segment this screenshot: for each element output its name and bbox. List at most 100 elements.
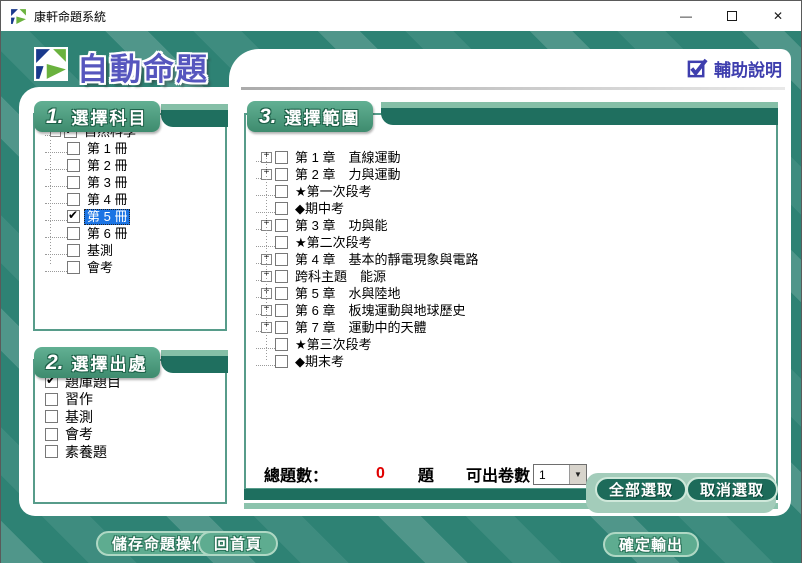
tree-item[interactable]: 第 5 冊	[45, 208, 221, 225]
tree-item[interactable]: ◆期末考	[256, 353, 772, 370]
tree-item-label[interactable]: 第 4 章 基本的靜電現象與電路	[292, 252, 481, 268]
section3-number: 3.	[259, 105, 277, 129]
tree-item[interactable]: 第 6 章 板塊運動與地球歷史	[256, 302, 772, 319]
source-option[interactable]: 素養題	[45, 443, 225, 461]
tree-checkbox[interactable]	[275, 304, 288, 317]
tree-item-label[interactable]: 跨科主題 能源	[292, 269, 389, 285]
tree-checkbox[interactable]	[275, 287, 288, 300]
tree-checkbox[interactable]	[67, 193, 80, 206]
tree-item[interactable]: 第 5 章 水與陸地	[256, 285, 772, 302]
tail-dark-bar	[161, 110, 228, 127]
tree-item[interactable]: ★第二次段考	[256, 234, 772, 251]
tree-item-label[interactable]: ◆期末考	[292, 354, 347, 370]
tree-item-label[interactable]: ★第三次段考	[292, 337, 375, 353]
help-button[interactable]: 輔助說明	[687, 56, 782, 81]
tree-item-label[interactable]: 第 7 章 運動中的天體	[292, 320, 429, 336]
tree-item[interactable]: 第 4 冊	[45, 191, 221, 208]
tree-checkbox[interactable]	[275, 151, 288, 164]
tree-checkbox[interactable]	[67, 142, 80, 155]
tree-item-label[interactable]: 第 4 冊	[84, 192, 130, 208]
tree-checkbox[interactable]	[67, 159, 80, 172]
tree-checkbox[interactable]	[275, 202, 288, 215]
confirm-output-button[interactable]: 確定輸出	[603, 532, 699, 557]
tree-checkbox[interactable]	[67, 227, 80, 240]
tree-item-label[interactable]: 第 6 章 板塊運動與地球歷史	[292, 303, 468, 319]
tree-checkbox[interactable]	[275, 270, 288, 283]
tree-checkbox[interactable]	[275, 355, 288, 368]
tree-item-label[interactable]: 會考	[84, 260, 116, 276]
tree-item[interactable]: 第 3 冊	[45, 174, 221, 191]
tree-checkbox[interactable]	[67, 210, 80, 223]
deselect-button[interactable]: 取消選取	[686, 477, 778, 502]
section2-title: 選擇出處	[72, 350, 148, 375]
tree-item[interactable]: 會考	[45, 259, 221, 276]
tree-item-label[interactable]: 第 5 冊	[84, 209, 130, 225]
home-button[interactable]: 回首頁	[198, 531, 278, 556]
tree-checkbox[interactable]	[275, 219, 288, 232]
option-checkbox[interactable]	[45, 393, 58, 406]
papers-count-value: 1	[534, 465, 569, 484]
tree-item-label[interactable]: 第 3 冊	[84, 175, 130, 191]
source-option[interactable]: 基測	[45, 408, 225, 426]
tree-item[interactable]: 第 1 冊	[45, 140, 221, 157]
option-label[interactable]: 會考	[62, 426, 96, 442]
tree-item-label[interactable]: 第 6 冊	[84, 226, 130, 242]
tree-item-label[interactable]: 第 5 章 水與陸地	[292, 286, 403, 302]
tree-item[interactable]: 第 7 章 運動中的天體	[256, 319, 772, 336]
brand-logo-icon	[34, 47, 68, 81]
tree-checkbox[interactable]	[275, 338, 288, 351]
chevron-down-icon[interactable]: ▼	[569, 465, 586, 484]
tree-item[interactable]: 第 2 冊	[45, 157, 221, 174]
tree-item[interactable]: 第 6 冊	[45, 225, 221, 242]
tree-item-label[interactable]: ★第二次段考	[292, 235, 375, 251]
minimize-button[interactable]: —	[663, 1, 709, 31]
tree-connector	[45, 212, 67, 221]
tree-connector	[45, 144, 67, 153]
source-option[interactable]: 習作	[45, 391, 225, 409]
close-button[interactable]: ✕	[755, 1, 801, 31]
tree-item-label[interactable]: 第 1 章 直線運動	[292, 150, 403, 166]
section3-badge: 3. 選擇範圍	[247, 101, 373, 132]
tree-item-label[interactable]: 第 2 冊	[84, 158, 130, 174]
option-label[interactable]: 素養題	[62, 444, 110, 460]
section1-header-tail	[161, 104, 228, 127]
tree-item-label[interactable]: 基測	[84, 243, 116, 259]
tree-item[interactable]: 第 4 章 基本的靜電現象與電路	[256, 251, 772, 268]
total-unit: 題	[418, 462, 434, 486]
tree-item[interactable]: 跨科主題 能源	[256, 268, 772, 285]
option-checkbox[interactable]	[45, 428, 58, 441]
tree-item-label[interactable]: ★第一次段考	[292, 184, 375, 200]
tree-checkbox[interactable]	[67, 261, 80, 274]
tree-item[interactable]: ★第三次段考	[256, 336, 772, 353]
tree-item[interactable]: 第 2 章 力與運動	[256, 166, 772, 183]
papers-count-select[interactable]: 1 ▼	[533, 464, 587, 485]
range-panel: 第 1 章 直線運動 第 2 章 力與運動 ★第一次段考 ◆期中考	[244, 113, 778, 490]
tree-item-label[interactable]: ◆期中考	[292, 201, 347, 217]
option-checkbox[interactable]	[45, 445, 58, 458]
tree-item-label[interactable]: 第 3 章 功與能	[292, 218, 390, 234]
tree-checkbox[interactable]	[67, 244, 80, 257]
tree-item-label[interactable]: 第 2 章 力與運動	[292, 167, 403, 183]
option-label[interactable]: 基測	[62, 409, 96, 425]
tree-item[interactable]: ★第一次段考	[256, 183, 772, 200]
tree-item[interactable]: 基測	[45, 242, 221, 259]
tree-item[interactable]: ◆期中考	[256, 200, 772, 217]
tree-checkbox[interactable]	[67, 176, 80, 189]
tree-checkbox[interactable]	[275, 236, 288, 249]
tree-item[interactable]: 第 1 章 直線運動	[256, 149, 772, 166]
tree-checkbox[interactable]	[275, 185, 288, 198]
select-all-button[interactable]: 全部選取	[595, 477, 687, 502]
section1-badge: 1. 選擇科目	[34, 101, 160, 132]
option-checkbox[interactable]	[45, 410, 58, 423]
tree-item-label[interactable]: 第 1 冊	[84, 141, 130, 157]
tree-checkbox[interactable]	[275, 321, 288, 334]
tree-checkbox[interactable]	[275, 168, 288, 181]
tree-checkbox[interactable]	[275, 253, 288, 266]
source-option[interactable]: 會考	[45, 426, 225, 444]
tree-item[interactable]: 第 3 章 功與能	[256, 217, 772, 234]
tree-connector-line	[50, 140, 51, 265]
section1-title: 選擇科目	[72, 104, 148, 129]
maximize-button[interactable]	[709, 1, 755, 31]
checkmark-pen-icon	[687, 58, 708, 79]
option-label[interactable]: 習作	[62, 391, 96, 407]
